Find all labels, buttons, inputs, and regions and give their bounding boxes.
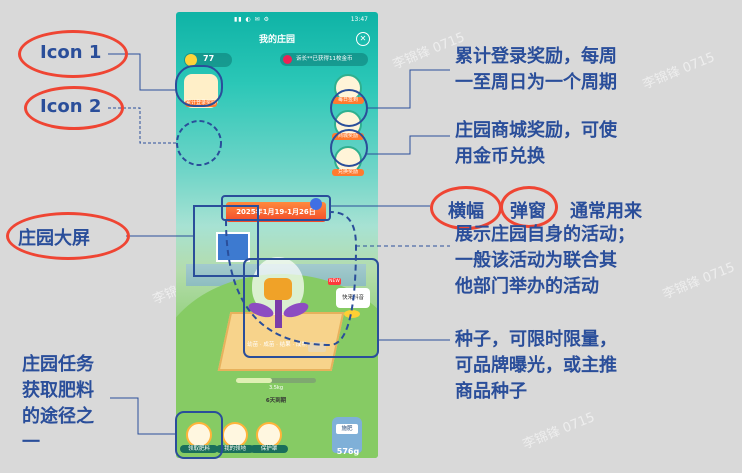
- icon1-label: Icon 1: [40, 42, 102, 63]
- shop-reward-description: 庄园商城奖励，可使 用金币兑换: [455, 118, 617, 170]
- big-screen-label: 庄园大屏: [18, 228, 90, 249]
- task-highlight: [175, 411, 223, 459]
- shop-reward-highlight: [330, 129, 368, 167]
- banner-word: 横幅: [448, 201, 484, 222]
- desc-line: 一般该活动为联合其: [455, 250, 617, 271]
- desc-line: 商品种子: [455, 381, 527, 402]
- task-description: 庄园任务 获取肥料 的途径之 一: [22, 352, 94, 456]
- banner-desc-suffix: 通常用来: [570, 201, 642, 222]
- login-reward-description: 累计登录奖励，每周 一至周日为一个周期: [455, 44, 617, 96]
- icon1-highlight: [175, 65, 223, 107]
- login-reward-connector: [367, 69, 450, 109]
- desc-line: 展示庄园自身的活动；: [455, 224, 635, 245]
- task-line: 获取肥料: [22, 380, 94, 401]
- banner-description: 展示庄园自身的活动； 一般该活动为联合其 他部门举办的活动: [455, 222, 635, 300]
- icon2-highlight: [176, 120, 222, 166]
- seed-highlight: [243, 258, 379, 358]
- task-line: 的途径之: [22, 406, 94, 427]
- desc-line: 种子，可限时限量，: [455, 329, 617, 350]
- task-line: 一: [22, 432, 40, 453]
- desc-line: 一至周日为一个周期: [455, 72, 617, 93]
- icon2-label: Icon 2: [40, 96, 102, 117]
- task-line: 庄园任务: [22, 354, 94, 375]
- desc-line: 可品牌曝光，或主推: [455, 355, 617, 376]
- login-reward-highlight: [330, 89, 368, 127]
- banner-highlight: [221, 195, 331, 221]
- desc-line: 用金币兑换: [455, 146, 545, 167]
- desc-line: 累计登录奖励，每周: [455, 46, 617, 67]
- popup-highlight: [225, 211, 358, 347]
- popup-word: 弹窗: [510, 201, 546, 222]
- desc-line: 他部门举办的活动: [455, 276, 599, 297]
- shop-reward-connector: [367, 135, 450, 155]
- seed-description: 种子，可限时限量， 可品牌曝光，或主推 商品种子: [455, 327, 617, 405]
- task-connector: [110, 397, 176, 435]
- desc-line: 庄园商城奖励，可使: [455, 120, 617, 141]
